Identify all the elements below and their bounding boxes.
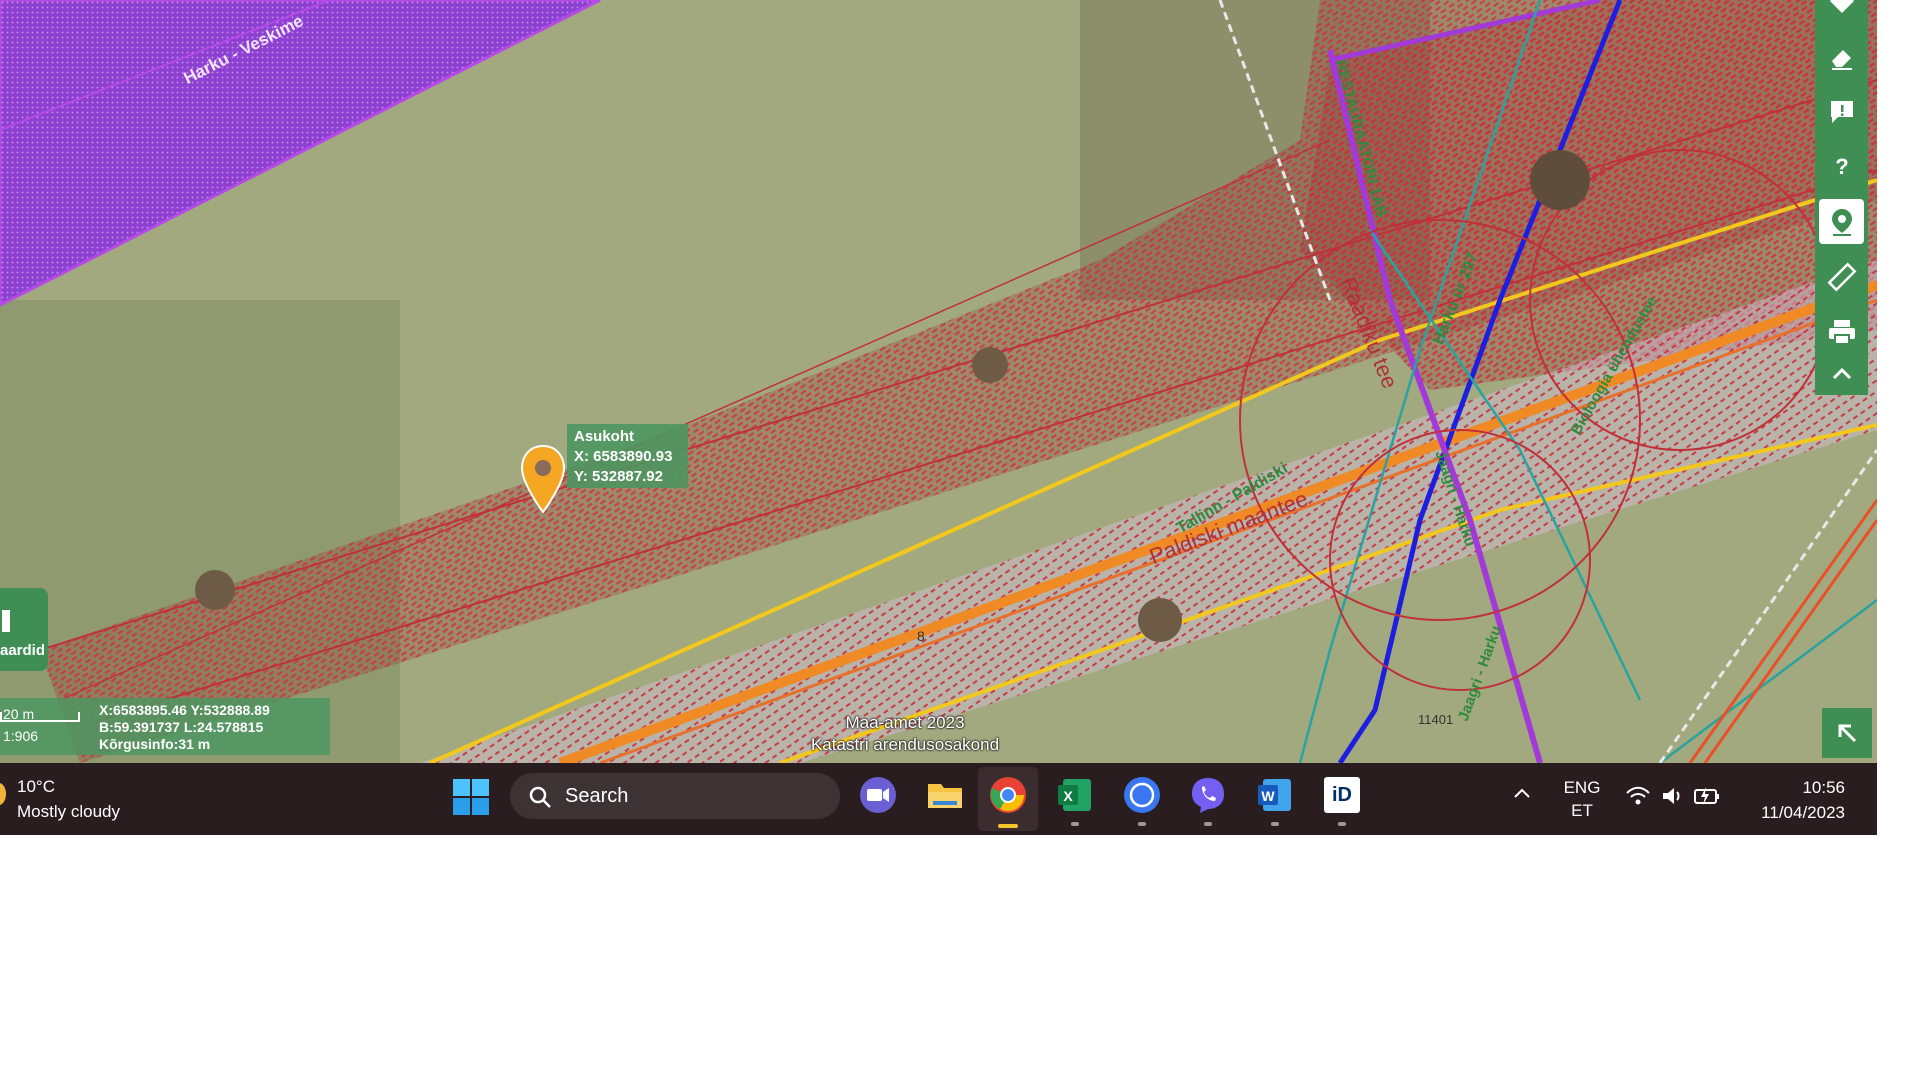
windows-taskbar: 10°C Mostly cloudy Search X W iD ENG ET … <box>0 763 1877 835</box>
map-canvas[interactable]: Harku - Veskime RESTAURAATORI 1AB Harku … <box>0 0 1877 763</box>
map-layers-label: aardid <box>0 642 46 659</box>
excel-running-indicator <box>1071 822 1079 826</box>
ruler-icon <box>1827 262 1856 291</box>
collapse-toolbar-button[interactable] <box>1819 356 1864 392</box>
location-button[interactable] <box>1819 199 1864 244</box>
language-code: ENG <box>1563 778 1601 797</box>
zoom-icon[interactable] <box>858 775 898 815</box>
input-language-indicator[interactable]: ENG ET <box>1562 776 1602 822</box>
weather-icon <box>0 783 6 805</box>
windows-start-icon[interactable] <box>452 778 490 816</box>
excel-icon[interactable]: X <box>1055 775 1095 815</box>
popup-x-coordinate: X: 6583890.93 <box>574 448 673 465</box>
measure-button[interactable] <box>1819 254 1864 299</box>
location-pin-icon[interactable] <box>520 444 566 514</box>
keyboard-layout: ET <box>1571 801 1593 820</box>
map-layers-button[interactable]: aardid <box>0 588 48 671</box>
scale-and-coordinates-panel: 20 m 1:906 X:6583895.46 Y:532888.89 B:59… <box>0 698 330 755</box>
signal-icon[interactable] <box>1122 775 1162 815</box>
scale-distance: 20 m <box>3 706 35 722</box>
digidoc-running-indicator <box>1338 822 1346 826</box>
search-label: Search <box>565 785 629 807</box>
map-label-parcel-number: 11401 <box>1418 712 1454 727</box>
feedback-button[interactable] <box>1819 89 1864 134</box>
arrow-up-left-icon <box>1838 724 1857 743</box>
map-toolbar: ? <box>1815 0 1868 395</box>
svg-text:X: X <box>1063 788 1073 804</box>
word-running-indicator <box>1271 822 1279 826</box>
system-clock[interactable]: 10:56 11/04/2023 <box>1745 775 1845 825</box>
search-icon <box>529 786 551 808</box>
cursor-xy-coordinates: X:6583895.46 Y:532888.89 <box>99 702 270 718</box>
cursor-bl-coordinates: B:59.391737 L:24.578815 <box>99 719 264 735</box>
map-attribution: Maa-amet 2023 Katastri arendusosakond <box>805 712 1005 756</box>
directions-icon <box>1829 0 1854 13</box>
chevron-up-icon <box>1832 367 1851 380</box>
directions-button[interactable] <box>1819 0 1864 23</box>
map-label-road-number: 8 <box>917 628 925 644</box>
word-icon[interactable]: W <box>1255 775 1295 815</box>
battery-charging-icon <box>1694 787 1719 805</box>
location-icon <box>1831 208 1852 236</box>
digidoc-icon[interactable]: iD <box>1322 775 1362 815</box>
layers-icon <box>2 610 10 632</box>
weather-widget[interactable]: 10°C Mostly cloudy <box>17 774 120 824</box>
eraser-icon <box>1831 49 1852 70</box>
attribution-line-1: Maa-amet 2023 <box>845 713 965 732</box>
clock-time: 10:56 <box>1802 778 1845 797</box>
svg-text:W: W <box>1261 788 1275 804</box>
weather-description: Mostly cloudy <box>17 802 120 821</box>
signal-running-indicator <box>1138 822 1146 826</box>
viber-running-indicator <box>1204 822 1212 826</box>
taskbar-search-box[interactable]: Search <box>510 773 840 819</box>
chrome-active-indicator <box>998 824 1018 828</box>
attribution-line-2: Katastri arendusosakond <box>810 735 1000 754</box>
svg-text:?: ? <box>1835 154 1848 179</box>
volume-icon <box>1663 788 1680 804</box>
weather-temperature: 10°C <box>17 777 55 796</box>
svg-text:iD: iD <box>1332 784 1352 806</box>
popup-y-coordinate: Y: 532887.92 <box>574 468 663 485</box>
clock-date: 11/04/2023 <box>1761 803 1845 822</box>
wifi-icon <box>1626 786 1650 805</box>
print-button[interactable] <box>1819 309 1864 354</box>
popup-title: Asukoht <box>574 428 634 445</box>
chrome-icon[interactable] <box>988 775 1028 815</box>
help-button[interactable]: ? <box>1819 144 1864 189</box>
viber-icon[interactable] <box>1188 775 1228 815</box>
file-explorer-icon[interactable] <box>925 775 965 815</box>
print-icon <box>1828 319 1855 345</box>
cursor-height-info: Kõrgusinfo:31 m <box>99 736 211 752</box>
show-hidden-icons-chevron-icon[interactable] <box>1512 785 1532 801</box>
help-icon: ? <box>1835 154 1848 179</box>
location-popup: Asukoht X: 6583890.93 Y: 532887.92 <box>567 424 688 488</box>
expand-corner-button[interactable] <box>1822 708 1872 758</box>
feedback-icon <box>1830 100 1853 123</box>
scale-ratio: 1:906 <box>3 728 39 744</box>
eraser-button[interactable] <box>1819 34 1864 79</box>
